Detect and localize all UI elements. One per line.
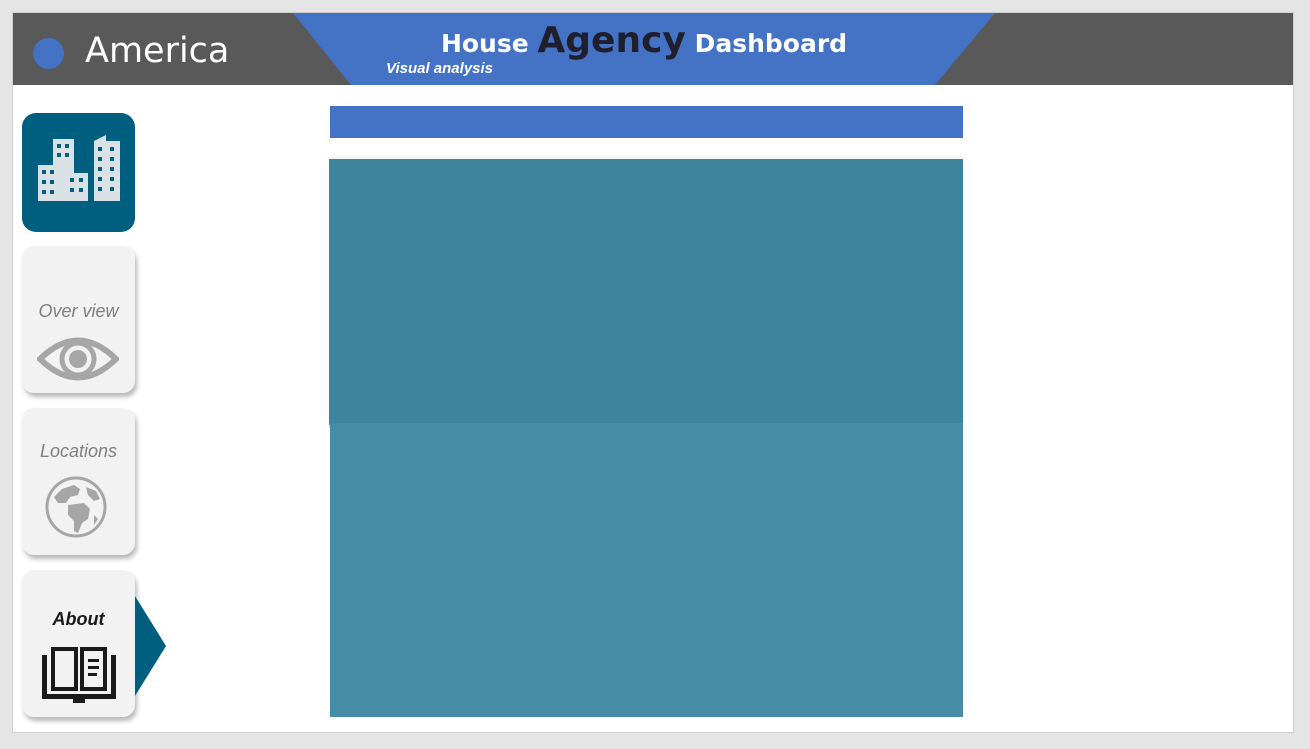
content-panel-upper (329, 159, 963, 425)
book-icon (42, 647, 116, 703)
nav-item-locations[interactable]: Locations (22, 408, 135, 555)
title-part-dashboard: Dashboard (694, 29, 848, 58)
header-bar: America House Agency Dashboard Visual an… (13, 13, 1293, 85)
content-panel-lower (330, 423, 963, 717)
home-logo-tile[interactable] (22, 113, 135, 232)
nav-item-about[interactable]: About (22, 570, 135, 717)
title-part-house: House (440, 29, 529, 58)
dashboard-frame: America House Agency Dashboard Visual an… (12, 12, 1294, 733)
title-part-agency: Agency (537, 20, 686, 61)
nav-item-overview[interactable]: Over view (22, 246, 135, 393)
eye-icon (37, 337, 119, 381)
buildings-icon (38, 135, 120, 201)
region-indicator-dot (33, 38, 64, 69)
content-header-bar (330, 106, 963, 138)
nav-item-label: About (52, 609, 105, 629)
region-name: America (85, 31, 230, 71)
nav-item-label: Locations (39, 441, 118, 461)
title-banner: House Agency Dashboard Visual analysis (293, 13, 995, 85)
nav-item-label: Over view (38, 301, 119, 321)
dashboard-subtitle: Visual analysis (386, 60, 494, 77)
active-nav-pointer (135, 596, 166, 696)
globe-icon (45, 476, 107, 538)
